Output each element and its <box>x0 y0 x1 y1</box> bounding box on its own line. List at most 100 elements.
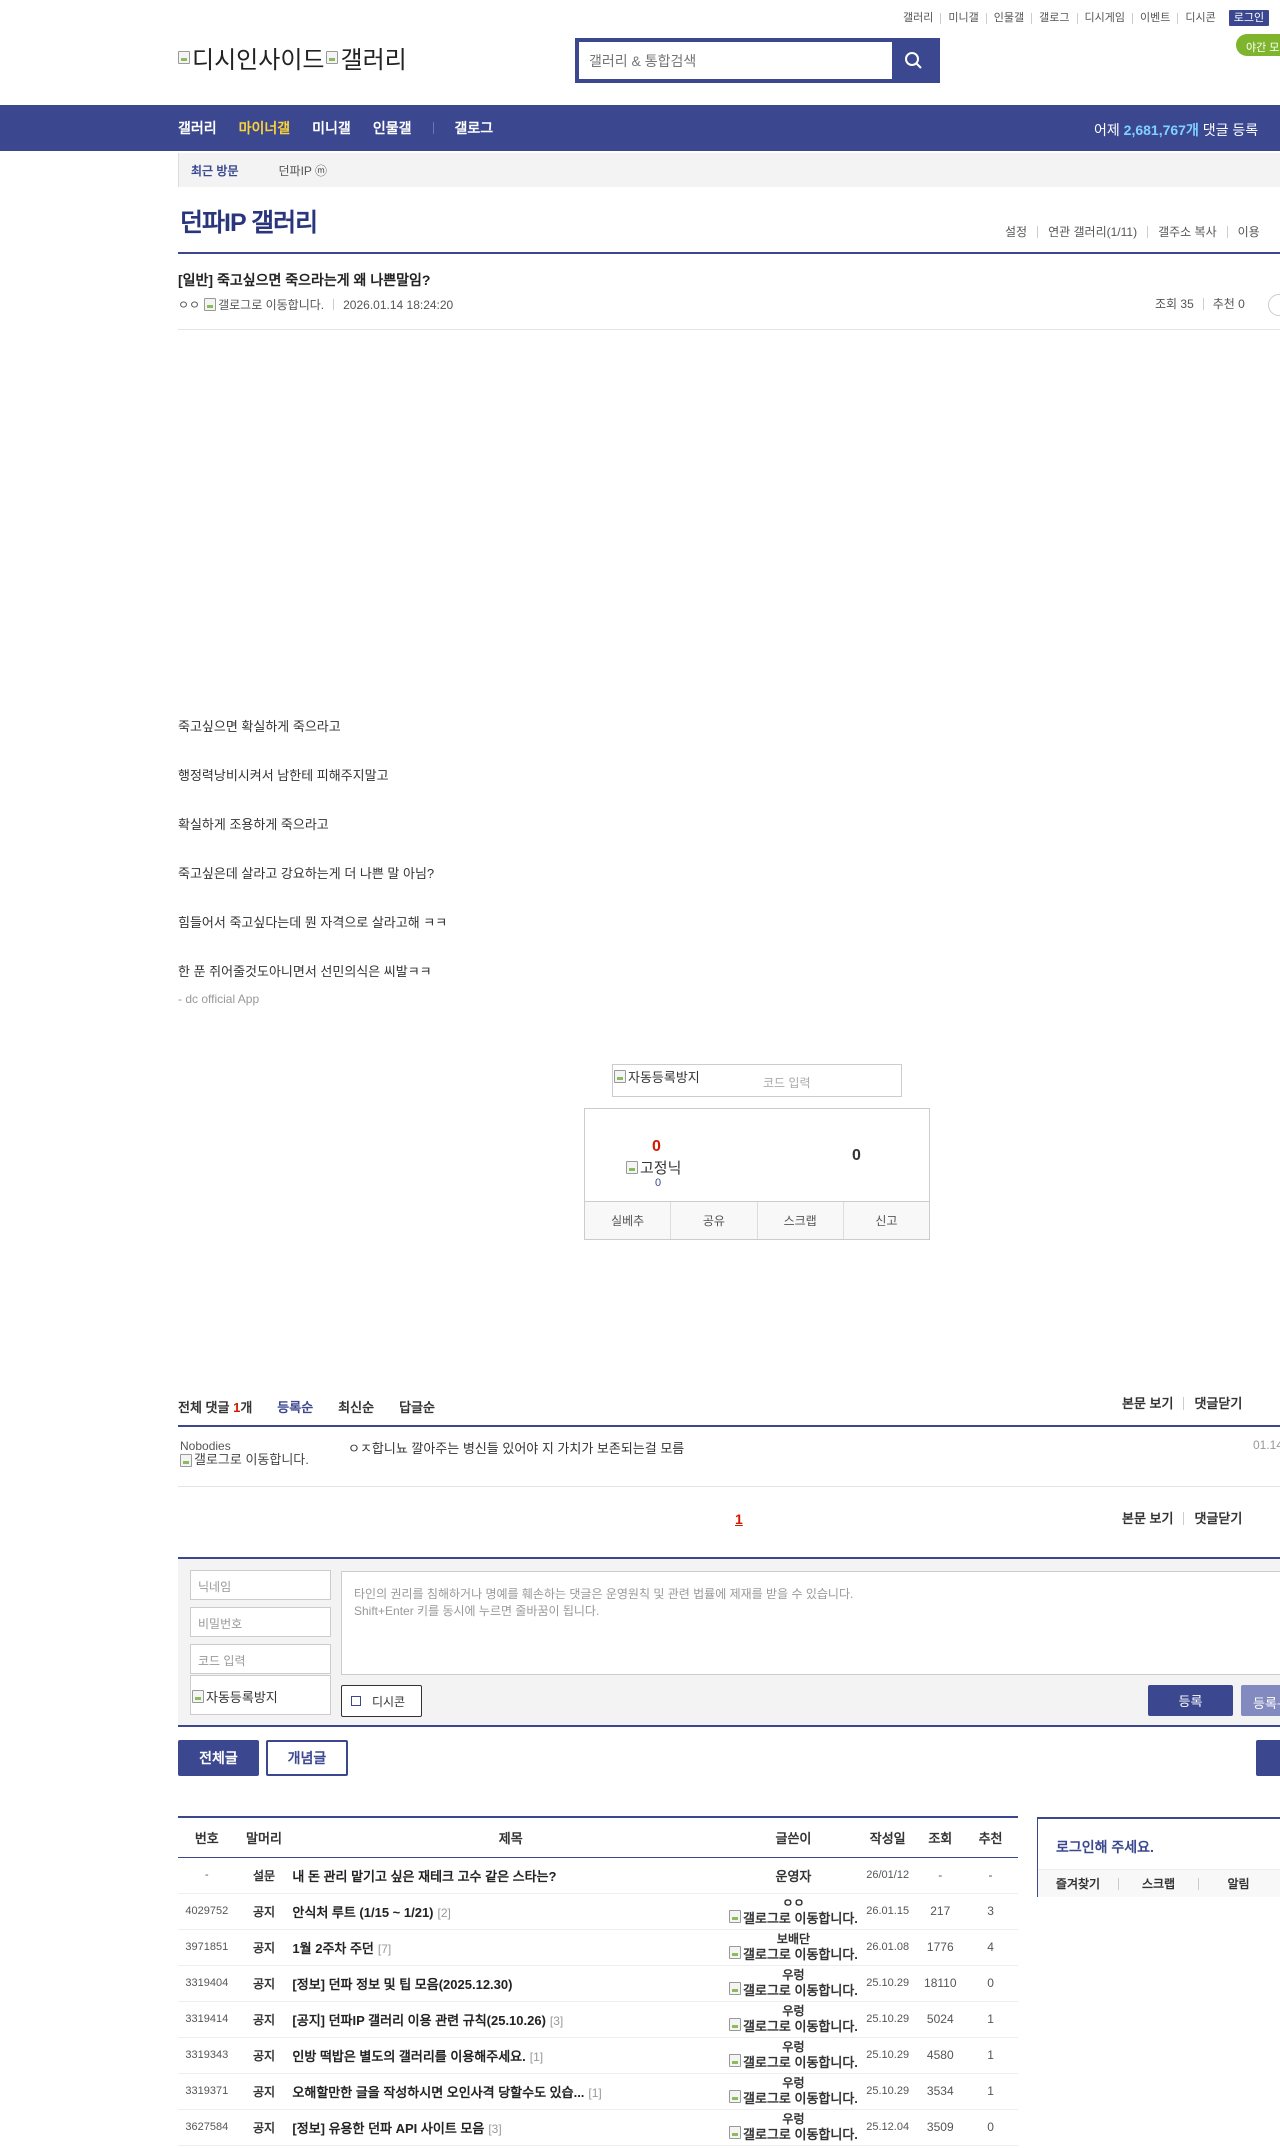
util-link-dcgame[interactable]: 디시게임 <box>1076 12 1132 24</box>
row-writer[interactable]: 우렁 갤로그로 이동합니다. <box>729 2001 858 2038</box>
favorites-link[interactable]: 즐겨찾기 <box>1038 1878 1118 1890</box>
search-button[interactable] <box>892 42 936 79</box>
row-writer-gallog-img[interactable]: 갤로그로 이동합니다. <box>729 2125 858 2142</box>
close-comments-link[interactable]: 댓글닫기 <box>1183 1397 1252 1410</box>
site-logo[interactable]: 디시인사이드 갤러리 <box>178 40 407 74</box>
table-row[interactable]: 4029752 공지 안식처 루트 (1/15 ~ 1/21) [2] ㅇㅇ 갤로그로 이… <box>178 1893 1018 1930</box>
row-reply-count[interactable]: [3] <box>550 2014 563 2028</box>
comment-password-input[interactable]: 비밀번호 <box>190 1607 331 1637</box>
row-writer-nick[interactable]: 보배단 <box>729 1932 858 1946</box>
gallery-settings-link[interactable]: 설정 <box>995 226 1037 238</box>
view-post-link-2[interactable]: 본문 보기 <box>1122 1512 1183 1525</box>
post-author-nick[interactable]: ㅇㅇ <box>178 296 200 313</box>
row-writer-gallog-img[interactable]: 갤로그로 이동합니다. <box>729 1909 858 1926</box>
row-title-cell[interactable]: 1월 2주차 주던 [7] <box>292 1929 730 1966</box>
table-row[interactable]: 3971851 공지 1월 2주차 주던 [7] 보배단 갤로그로 이동합니다. 26.01… <box>178 1929 1018 1966</box>
row-writer-nick[interactable]: ㅇㅇ <box>729 1896 858 1910</box>
row-title[interactable]: 인방 떡밥은 별도의 갤러리를 이용해주세요. <box>292 2049 525 2064</box>
table-row[interactable]: 3319371 공지 오해할만한 글을 작성하시면 오인사격 당할수도 있습... [… <box>178 2073 1018 2110</box>
table-row[interactable]: 3319414 공지 [공지] 던파IP 갤러리 이용 관련 규칙(25.10.26… <box>178 2001 1018 2038</box>
close-comments-link-2[interactable]: 댓글닫기 <box>1183 1512 1252 1525</box>
write-button[interactable] <box>1256 1740 1280 1776</box>
row-writer-gallog-img[interactable]: 갤로그로 이동합니다. <box>729 2089 858 2106</box>
row-title-cell[interactable]: [정보] 유용한 던파 API 사이트 모음 [3] <box>292 2109 730 2146</box>
row-writer[interactable]: 우렁 갤로그로 이동합니다. <box>729 1965 858 2002</box>
row-writer[interactable]: 보배단 갤로그로 이동합니다. <box>729 1929 858 1966</box>
row-title-cell[interactable]: 오해할만한 글을 작성하시면 오인사격 당할수도 있습... [1] <box>292 2073 730 2110</box>
row-writer-gallog-img[interactable]: 갤로그로 이동합니다. <box>729 1981 858 1998</box>
util-link-dccon[interactable]: 디시콘 <box>1177 12 1222 24</box>
row-title-cell[interactable]: 내 돈 관리 맡기고 싶은 재테크 고수 같은 스타는? <box>292 1857 730 1894</box>
sort-by-registered[interactable]: 등록순 <box>277 1397 313 1427</box>
related-gallery-link[interactable]: 연관 갤러리(1/11) <box>1037 226 1147 238</box>
gallery-title[interactable]: 던파IP 갤러리 <box>180 203 318 239</box>
night-mode-toggle[interactable]: 야간 모드 <box>1236 34 1280 56</box>
table-row[interactable]: 3627584 공지 [정보] 유용한 던파 API 사이트 모음 [3] 우렁 갤로그로… <box>178 2109 1018 2146</box>
util-link-minigall[interactable]: 미니갤 <box>940 12 985 24</box>
util-link-event[interactable]: 이벤트 <box>1131 12 1177 24</box>
nav-persongall[interactable]: 인물갤 <box>373 118 412 138</box>
login-message[interactable]: 로그인해 주세요. <box>1056 1837 1154 1857</box>
util-link-persongall[interactable]: 인물갤 <box>985 12 1031 24</box>
row-title-cell[interactable]: [정보] 던파 정보 및 팁 모음(2025.12.30) <box>292 1965 730 2002</box>
row-reply-count[interactable]: [1] <box>588 2086 601 2100</box>
dccon-button[interactable]: 디시콘 <box>341 1685 422 1717</box>
concept-posts-button[interactable]: 개념글 <box>266 1740 348 1776</box>
nav-gallog[interactable]: 갤로그 <box>454 118 493 138</box>
row-title[interactable]: 1월 2주차 주던 <box>292 1941 373 1956</box>
nav-gallery[interactable]: 갤러리 <box>178 118 217 138</box>
comment-nick-input[interactable]: 닉네임 <box>190 1570 331 1600</box>
row-title[interactable]: [정보] 던파 정보 및 팁 모음(2025.12.30) <box>292 1977 512 1992</box>
table-row[interactable]: 3319343 공지 인방 떡밥은 별도의 갤러리를 이용해주세요. [1] 우렁 갤로그… <box>178 2037 1018 2074</box>
comment-submit-button[interactable]: 등록 <box>1148 1685 1233 1716</box>
row-writer-nick[interactable]: 우렁 <box>729 2004 858 2018</box>
copy-gallery-url-link[interactable]: 갤주소 복사 <box>1147 226 1227 238</box>
table-row[interactable]: - 설문 내 돈 관리 맡기고 싶은 재테크 고수 같은 스타는? 운영자 26/01/… <box>178 1857 1018 1894</box>
report-button[interactable]: 신고 <box>842 1202 929 1239</box>
row-writer-nick[interactable]: 우렁 <box>729 2040 858 2054</box>
comment-page-current[interactable]: 1 <box>735 1511 743 1527</box>
sort-by-latest[interactable]: 최신순 <box>338 1397 374 1427</box>
scrap-link[interactable]: 스크랩 <box>1118 1877 1198 1890</box>
view-post-link[interactable]: 본문 보기 <box>1122 1397 1183 1410</box>
comment-code-input[interactable]: 코드 입력 <box>190 1644 331 1674</box>
row-writer-nick[interactable]: 운영자 <box>776 1869 812 1884</box>
row-title[interactable]: 안식처 루트 (1/15 ~ 1/21) <box>292 1905 433 1920</box>
row-writer-nick[interactable]: 우렁 <box>729 1968 858 1982</box>
util-link-gallery[interactable]: 갤러리 <box>903 12 940 24</box>
row-reply-count[interactable]: [1] <box>530 2050 543 2064</box>
comment-nick[interactable]: Nobodies <box>180 1439 231 1453</box>
login-button[interactable]: 로그인 <box>1228 10 1270 26</box>
comment-textarea[interactable]: 타인의 권리를 침해하거나 명예를 훼손하는 댓글은 운영원칙 및 관련 법률에… <box>341 1571 1280 1675</box>
row-writer-gallog-img[interactable]: 갤로그로 이동합니다. <box>729 2053 858 2070</box>
row-title-cell[interactable]: 안식처 루트 (1/15 ~ 1/21) [2] <box>292 1893 730 1930</box>
row-reply-count[interactable]: [3] <box>488 2122 501 2136</box>
row-writer-nick[interactable]: 우렁 <box>729 2112 858 2126</box>
row-writer-gallog-img[interactable]: 갤로그로 이동합니다. <box>729 1945 858 1962</box>
row-writer[interactable]: ㅇㅇ 갤로그로 이동합니다. <box>729 1893 858 1930</box>
nav-minorgall[interactable]: 마이너갤 <box>239 118 291 138</box>
row-writer-gallog-img[interactable]: 갤로그로 이동합니다. <box>729 2017 858 2034</box>
post-more-icon[interactable] <box>1268 294 1280 316</box>
comment-gallog-img[interactable]: 갤로그로 이동합니다. <box>180 1453 310 1467</box>
row-writer[interactable]: 운영자 <box>729 1857 858 1894</box>
comment-submit-recommend-button[interactable]: 등록+추천 <box>1241 1685 1280 1716</box>
share-button[interactable]: 공유 <box>670 1202 756 1239</box>
search-input[interactable] <box>579 42 892 79</box>
row-writer[interactable]: 우렁 갤로그로 이동합니다. <box>729 2037 858 2074</box>
row-title[interactable]: 내 돈 관리 맡기고 싶은 재테크 고수 같은 스타는? <box>292 1869 556 1884</box>
row-title-cell[interactable]: [공지] 던파IP 갤러리 이용 관련 규칙(25.10.26) [3] <box>292 2001 730 2038</box>
table-row[interactable]: 3319404 공지 [정보] 던파 정보 및 팁 모음(2025.12.30) 우렁… <box>178 1965 1018 2002</box>
row-title-cell[interactable]: 인방 떡밥은 별도의 갤러리를 이용해주세요. [1] <box>292 2037 730 2074</box>
captcha-code-input[interactable]: 코드 입력 <box>763 1074 811 1091</box>
best-recommend-button[interactable]: 실베추 <box>585 1202 670 1239</box>
post-author-gallog-img[interactable]: 갤로그로 이동합니다. <box>204 296 324 313</box>
row-writer[interactable]: 우렁 갤로그로 이동합니다. <box>729 2109 858 2146</box>
usage-link[interactable]: 이용 <box>1226 226 1270 238</box>
row-writer[interactable]: 우렁 갤로그로 이동합니다. <box>729 2073 858 2110</box>
row-reply-count[interactable]: [2] <box>438 1906 451 1920</box>
recent-visit-item[interactable]: 던파IP ⓜ <box>279 162 328 179</box>
notification-link[interactable]: 알림 <box>1198 1877 1278 1890</box>
util-link-gallog[interactable]: 갤로그 <box>1031 12 1076 24</box>
recommend-down-count[interactable]: 0 <box>852 1147 861 1165</box>
